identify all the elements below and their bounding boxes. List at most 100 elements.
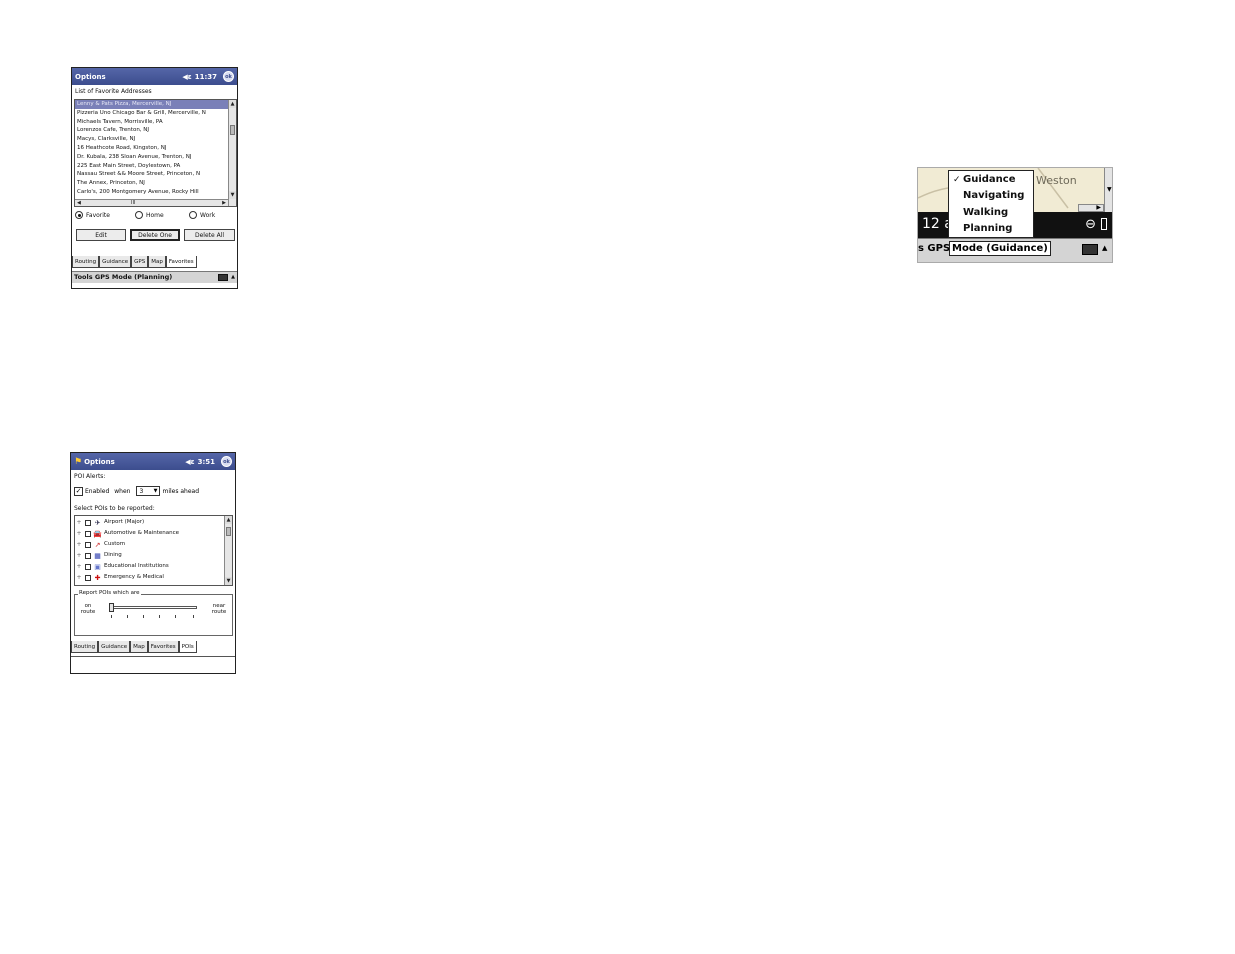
scroll-left-icon[interactable]: ◀ [77,200,81,206]
tree-row[interactable]: + ✚ Emergency & Medical [75,572,232,583]
scroll-down-icon[interactable]: ▼ [225,577,232,585]
scroll-right-icon[interactable]: ▶ [222,200,226,206]
slider-right-label: near route [211,603,227,615]
vertical-scrollbar[interactable]: ▲ ▼ [228,100,236,206]
menu-bar-text[interactable]: Tools GPS Mode (Planning) [74,273,172,281]
list-item[interactable]: Lenny & Pats Pizza, Mercerville, NJ [75,100,236,109]
category-checkbox[interactable] [85,541,91,548]
radio-home[interactable]: Home [135,211,164,219]
radio-work[interactable]: Work [189,211,215,219]
list-item[interactable]: Lorenzos Cafe, Trenton, NJ [75,126,236,135]
radio-button[interactable] [189,211,197,219]
list-item[interactable]: Macys, Clarksville, NJ [75,135,236,144]
delete-all-button[interactable]: Delete All [184,229,235,241]
keyboard-icon[interactable] [1082,244,1098,255]
tab-pois[interactable]: POIs [178,641,197,653]
menu-item-planning[interactable]: Planning [949,221,1033,237]
speaker-icon[interactable]: ◀ε [185,458,194,466]
poi-tree[interactable]: + ✈ Airport (Major) + 🚘 Automotive & Maintena… [74,515,233,586]
menu-bar: s GPS Mode (Guidance) ▲ [918,238,1112,262]
scroll-up-icon[interactable]: ▲ [229,100,236,108]
list-item[interactable]: The Annex, Princeton, NJ [75,179,236,188]
scroll-down-icon[interactable]: ▼ [229,191,236,199]
tab-routing[interactable]: Routing [72,256,100,268]
menu-item-guidance[interactable]: ✓ Guidance [949,172,1033,188]
ok-icon[interactable]: ok [221,456,232,467]
delete-one-button[interactable]: Delete One [130,229,180,241]
scroll-thumb[interactable] [226,527,231,536]
slider-tick [175,615,176,618]
speaker-icon[interactable]: ◀ε [182,73,191,81]
category-checkbox[interactable] [85,574,91,581]
scroll-down-icon[interactable]: ▼ [1107,186,1112,193]
tab-guidance[interactable]: Guidance [98,641,131,653]
tab-map[interactable]: Map [148,256,166,268]
tree-row[interactable]: + ▦ Dining [75,550,232,561]
mode-menu-button[interactable]: Mode (Guidance) [949,241,1051,256]
report-slider-thumb[interactable] [109,603,114,612]
horizontal-scrollbar[interactable]: ◀ III ▶ [75,199,228,206]
list-item[interactable]: 16 Heathcote Road, Kingston, NJ [75,144,236,153]
expand-icon[interactable]: + [75,517,83,528]
map-vscroll[interactable]: ▼ [1104,168,1112,212]
list-item[interactable]: Pizzeria Uno Chicago Bar & Grill, Mercer… [75,109,236,118]
slider-tick [143,615,144,618]
favorites-listbox[interactable]: Lenny & Pats Pizza, Mercerville, NJ Pizze… [74,99,237,207]
tab-routing[interactable]: Routing [71,641,99,653]
category-checkbox[interactable] [85,563,91,570]
list-item[interactable]: 225 East Main Street, Doylestown, PA [75,162,236,171]
tree-row[interactable]: + ✈ Airport (Major) [75,517,232,528]
tree-row[interactable]: + ↗ Custom [75,539,232,550]
windows-flag-icon[interactable]: ⚑ [74,457,82,467]
ok-icon[interactable]: ok [223,71,234,82]
input-panel-arrow-icon[interactable]: ▲ [231,272,235,283]
radio-favorite[interactable]: Favorite [75,211,110,219]
list-item[interactable]: Dr. Kubala, 238 Sloan Avenue, Trenton, N… [75,153,236,162]
menu-bar-prefix[interactable]: s GPS [918,243,950,254]
list-item[interactable]: Nassau Street && Moore Street, Princeton… [75,170,236,179]
tab-favorites[interactable]: Favorites [165,256,197,268]
radio-button[interactable] [135,211,143,219]
tab-favorites[interactable]: Favorites [147,641,179,653]
list-item[interactable]: Carlo's, 200 Montgomery Avenue, Rocky Hi… [75,188,236,197]
scroll-up-icon[interactable]: ▲ [225,516,232,524]
category-label: Educational Institutions [104,563,169,569]
enabled-checkbox[interactable]: ✓ [74,486,83,496]
keyboard-icon[interactable] [218,274,228,281]
expand-icon[interactable]: + [75,550,83,561]
window-title: Options [75,72,106,81]
input-panel-arrow-icon[interactable]: ▲ [1102,244,1107,252]
expand-icon[interactable]: + [75,572,83,583]
category-checkbox[interactable] [85,519,91,526]
slider-tick [111,615,112,618]
expand-icon[interactable]: + [75,528,83,539]
chevron-down-icon: ▼ [153,488,158,494]
tree-row[interactable]: + ▣ Educational Institutions [75,561,232,572]
map-hscroll[interactable]: ▶ [1078,204,1104,212]
favorites-list: Lenny & Pats Pizza, Mercerville, NJ Pizze… [75,100,236,197]
tree-row[interactable]: + 🚘 Automotive & Maintenance [75,528,232,539]
tab-map[interactable]: Map [130,641,148,653]
miles-value: 3 [139,487,144,495]
expand-icon[interactable]: + [75,561,83,572]
pois-options-screen: ⚑ Options ◀ε 3:51 ok POI Alerts: ✓ Enabl… [70,452,236,674]
scroll-right-icon[interactable]: ▶ [1096,205,1101,211]
poi-alerts-label: POI Alerts: [74,473,106,480]
category-checkbox[interactable] [85,530,91,537]
scroll-thumb[interactable] [230,125,235,135]
category-label: Airport (Major) [104,519,145,525]
category-checkbox[interactable] [85,552,91,559]
tab-gps[interactable]: GPS [131,256,149,268]
miles-dropdown[interactable]: 3 ▼ [136,486,161,496]
expand-icon[interactable]: + [75,539,83,550]
menu-item-walking[interactable]: Walking [949,205,1033,221]
radio-button[interactable] [75,211,83,219]
list-item[interactable]: Michaels Tavern, Morrisville, PA [75,118,236,127]
slider-track [109,606,197,609]
edit-button[interactable]: Edit [76,229,126,241]
menu-item-navigating[interactable]: Navigating [949,188,1033,204]
category-label: Automotive & Maintenance [104,530,180,536]
tab-guidance[interactable]: Guidance [99,256,132,268]
vertical-scrollbar[interactable]: ▲ ▼ [224,516,232,585]
scroll-thumb-h[interactable]: III [131,200,135,206]
